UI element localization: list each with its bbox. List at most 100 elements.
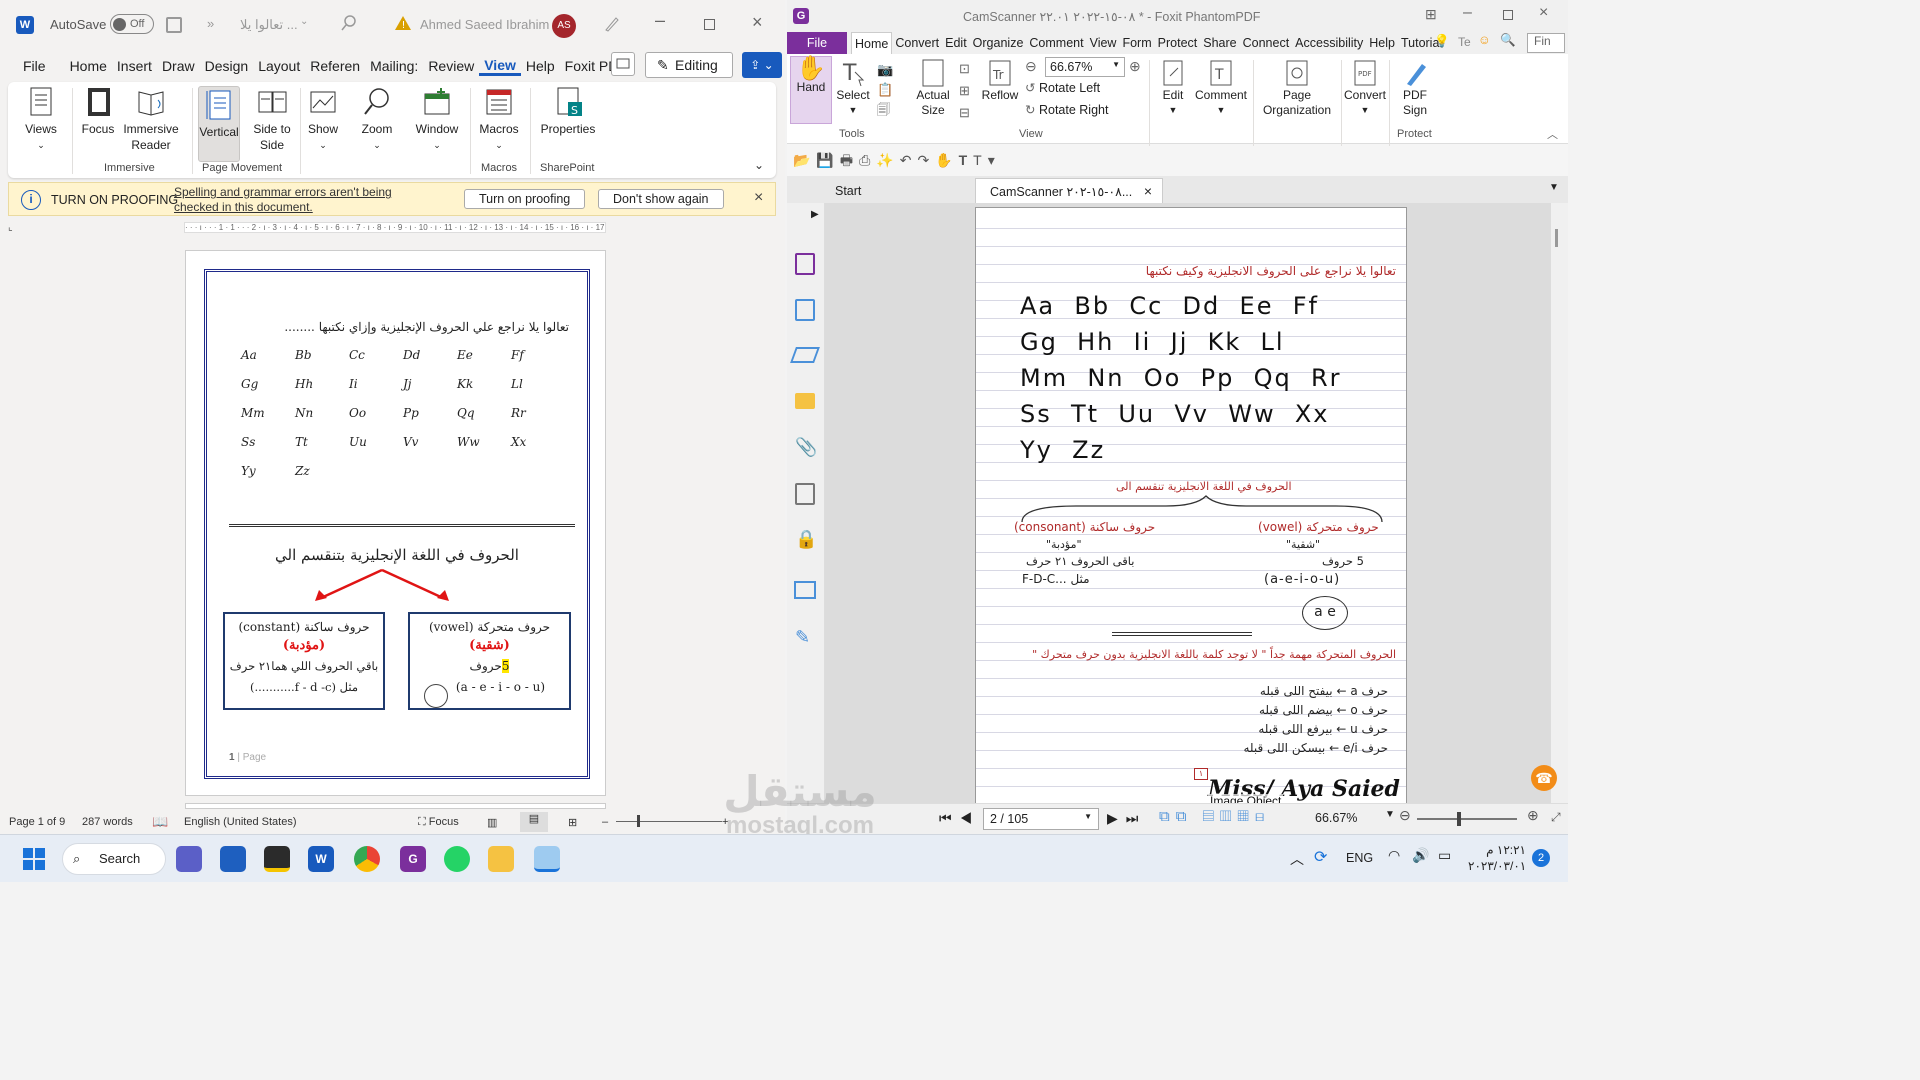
tab-review[interactable]: Review (423, 58, 479, 74)
close-icon[interactable]: × (754, 189, 763, 207)
menu-form[interactable]: Form (1119, 36, 1154, 50)
vertical-scrollbar[interactable] (1551, 203, 1568, 803)
lock-panel-icon[interactable]: 🔒 (795, 529, 817, 550)
share-button[interactable]: ⇪ ⌄ (742, 52, 782, 78)
zoom-slider-thumb[interactable] (1457, 812, 1461, 826)
turn-on-proofing-button[interactable]: Turn on proofing (464, 189, 586, 209)
pdf-viewport[interactable]: تعالوا يلا نراجع على الحروف الانجليزية و… (825, 203, 1568, 807)
tab-references[interactable]: Referen (305, 58, 365, 74)
content-panel-icon[interactable] (794, 581, 816, 599)
tab-insert[interactable]: Insert (112, 58, 157, 74)
tab-selector-icon[interactable]: ⌞ (8, 222, 13, 233)
whatsapp-icon[interactable] (444, 846, 470, 872)
collapse-ribbon-icon[interactable]: ⌄ (754, 158, 764, 172)
bookmarks-panel-icon[interactable] (795, 299, 815, 321)
word-count[interactable]: 287 words (82, 816, 133, 828)
tab-draw[interactable]: Draw (157, 58, 200, 74)
tags-panel-icon[interactable]: ✎ (795, 627, 810, 648)
views-button[interactable]: Views ⌄ (24, 86, 58, 153)
menu-comment[interactable]: Comment (1026, 36, 1086, 50)
tab-file[interactable]: File (18, 58, 51, 74)
actual-size-button[interactable]: Actual Size (913, 58, 953, 118)
document-page[interactable]: تعالوا يلا نراجع علي الحروف الإنجليزية و… (185, 250, 606, 796)
tab-list-icon[interactable]: ▼ (1549, 182, 1559, 193)
attachments-panel-icon[interactable]: 📎 (795, 437, 817, 458)
dont-show-again-button[interactable]: Don't show again (598, 189, 724, 209)
menu-organize[interactable]: Organize (970, 36, 1027, 50)
zoom-out-icon[interactable]: – (602, 816, 608, 828)
collapse-ribbon-icon[interactable]: ︿ (1547, 126, 1558, 142)
document-name[interactable]: تعالوا يلا ... (240, 17, 298, 33)
menu-share[interactable]: Share (1200, 36, 1239, 50)
find-input[interactable]: Fin (1527, 33, 1565, 53)
tab-layout[interactable]: Layout (253, 58, 305, 74)
web-layout-icon[interactable]: ⊞ (568, 816, 577, 829)
chevron-down-icon[interactable]: ⌄ (300, 16, 308, 27)
page-number-field[interactable]: 2 / 105 ▼ (983, 808, 1099, 830)
comments-panel-icon[interactable] (795, 393, 815, 409)
layers-panel-icon[interactable] (790, 347, 820, 363)
window-button[interactable]: Window ⌄ (414, 86, 460, 153)
menu-connect[interactable]: Connect (1240, 36, 1293, 50)
zoom-in-icon[interactable]: ⊕ (1527, 807, 1539, 824)
menu-protect[interactable]: Protect (1155, 36, 1201, 50)
tab-camscanner[interactable]: CamScanner ٠٨-١٥-٢٠٢... × (975, 178, 1163, 203)
zoom-slider-thumb[interactable] (637, 815, 640, 827)
start-icon[interactable] (22, 847, 46, 871)
more-commands-icon[interactable]: » (207, 16, 214, 31)
notification-badge[interactable]: 2 (1532, 849, 1550, 867)
macros-button[interactable]: Macros ⌄ (478, 86, 520, 153)
pages-panel-icon[interactable] (795, 253, 815, 275)
tab-view[interactable]: View (479, 57, 521, 76)
zoom-in-icon[interactable]: + (722, 816, 728, 828)
next-last-page-icons[interactable]: ▶⏭ (1107, 810, 1146, 827)
select-tool-button[interactable]: T Select ▼ (833, 58, 873, 118)
zoom-slider[interactable] (1417, 818, 1517, 820)
print-layout-icon[interactable]: ▤ (520, 812, 548, 832)
status-zoom-value[interactable]: 66.67% (1315, 811, 1357, 825)
focus-status-button[interactable]: ⛶ Focus (418, 816, 459, 829)
tab-design[interactable]: Design (200, 58, 254, 74)
menu-view[interactable]: View (1087, 36, 1120, 50)
first-prev-page-icons[interactable]: ⏮◀ (939, 810, 980, 827)
menu-edit[interactable]: Edit (942, 36, 970, 50)
tray-overflow-icon[interactable]: ︿ (1290, 849, 1304, 869)
menu-convert[interactable]: Convert (892, 36, 942, 50)
page-count[interactable]: Page 1 of 9 (9, 816, 65, 828)
pdf-sign-button[interactable]: PDF Sign (1391, 58, 1439, 118)
sync-icon[interactable]: ⟳ (1314, 847, 1327, 867)
zoom-slider[interactable] (616, 821, 722, 822)
focus-button[interactable]: Focus (80, 86, 116, 137)
warning-icon[interactable]: ! (394, 15, 412, 31)
word-taskbar-icon[interactable]: W (308, 846, 334, 872)
assistant-fab-icon[interactable]: ☎ (1531, 765, 1557, 791)
tab-help[interactable]: Help (521, 58, 560, 74)
find-options-icon[interactable]: 🔍 (1497, 33, 1519, 48)
tab-start[interactable]: Start (821, 178, 971, 203)
layout-grid-icon[interactable]: ⊞ (1425, 6, 1437, 23)
ruler[interactable]: ⌞ · · · ı · · · 1 · 1 · · · 2 · ı · 3 · … (0, 218, 785, 238)
zoom-dropdown-icon[interactable]: ▼ (1385, 809, 1395, 820)
zoom-out-icon[interactable]: ⊖ (1025, 58, 1037, 75)
maximize-icon[interactable] (704, 19, 715, 30)
wifi-icon[interactable]: ◠ (1388, 847, 1400, 864)
close-icon[interactable]: × (1539, 4, 1548, 22)
restore-icon[interactable] (1503, 10, 1513, 20)
show-button[interactable]: Show ⌄ (304, 86, 342, 153)
clipboard-icon[interactable]: 📋 (877, 80, 893, 100)
menu-home[interactable]: Home (851, 32, 893, 54)
fullscreen-icon[interactable]: ⤢ (1551, 810, 1561, 825)
tell-me-field[interactable]: Te (1455, 35, 1474, 49)
rotate-left-button[interactable]: ↺ Rotate Left (1025, 80, 1100, 95)
minimize-icon[interactable]: – (655, 10, 665, 31)
tab-mailings[interactable]: Mailing: (365, 58, 423, 74)
volume-icon[interactable]: 🔊 (1412, 847, 1429, 864)
expand-panel-icon[interactable]: ▶ (811, 209, 819, 220)
language-indicator[interactable]: ENG (1346, 851, 1373, 865)
chrome-icon[interactable] (354, 846, 380, 872)
minimize-icon[interactable]: – (1463, 4, 1472, 22)
rotate-right-button[interactable]: ↻ Rotate Right (1025, 102, 1108, 117)
save-icon[interactable] (166, 17, 182, 33)
view-mode-icons[interactable]: ⧉⧉ ▤▥▦⊟ (1159, 808, 1270, 825)
menu-accessibility[interactable]: Accessibility (1292, 36, 1366, 50)
